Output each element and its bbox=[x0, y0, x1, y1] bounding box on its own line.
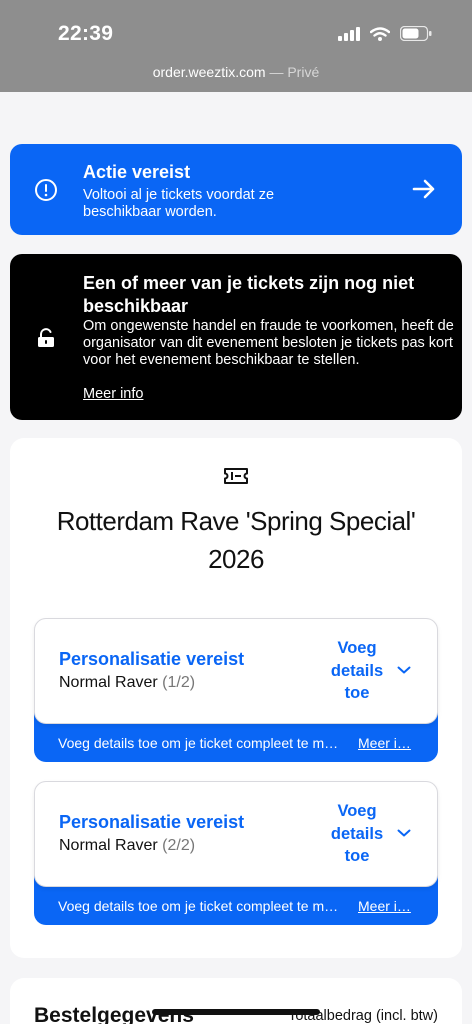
battery-icon bbox=[400, 26, 432, 41]
ticket-type-name: Normal Raver bbox=[59, 674, 158, 691]
exclamation-circle-icon bbox=[35, 179, 57, 201]
browser-top-bar: 22:39 order.weeztix.com — Privé bbox=[0, 0, 472, 92]
home-indicator[interactable] bbox=[152, 1009, 320, 1015]
add-details-button[interactable]: Voeg details toe bbox=[317, 637, 397, 705]
status-time: 22:39 bbox=[58, 22, 114, 45]
ticket-card[interactable]: Personalisatie vereist Normal Raver (2/2… bbox=[34, 781, 438, 925]
ticket-icon bbox=[224, 468, 248, 484]
ticket-type-name: Normal Raver bbox=[59, 837, 158, 854]
event-card: Rotterdam Rave 'Spring Special' 2026 Per… bbox=[10, 438, 462, 958]
event-name: Rotterdam Rave 'Spring Special' 2026 bbox=[56, 506, 416, 574]
order-details-card: Bestelgegevens Totaalbedrag (incl. btw) bbox=[10, 978, 462, 1024]
lock-icon bbox=[38, 328, 54, 347]
action-required-banner[interactable]: Actie vereist Voltooi al je tickets voor… bbox=[10, 144, 462, 235]
ticket-hint-text: Voeg details toe om je ticket compleet t… bbox=[58, 898, 339, 914]
ticket-type: Normal Raver (1/2) bbox=[59, 674, 195, 692]
page-content: Actie vereist Voltooi al je tickets voor… bbox=[0, 92, 472, 1024]
ticket-count: (1/2) bbox=[162, 674, 196, 691]
notice-description: Om ongewenste handel en fraude te voorko… bbox=[83, 318, 454, 368]
wifi-icon bbox=[370, 26, 390, 41]
chevron-down-icon[interactable] bbox=[397, 828, 411, 838]
ticket-count: (2/2) bbox=[162, 837, 196, 854]
url-bar[interactable]: order.weeztix.com — Privé bbox=[0, 64, 472, 80]
url-domain: order.weeztix.com bbox=[152, 64, 266, 80]
ticket-card-header[interactable]: Personalisatie vereist Normal Raver (1/2… bbox=[34, 618, 438, 724]
action-title: Actie vereist bbox=[83, 162, 191, 182]
ticket-hint-more-link[interactable]: Meer i… bbox=[358, 735, 414, 751]
arrow-right-icon[interactable] bbox=[412, 178, 436, 200]
personalisation-status: Personalisatie vereist bbox=[59, 649, 245, 669]
ticket-hint-text: Voeg details toe om je ticket compleet t… bbox=[58, 735, 339, 751]
ticket-card[interactable]: Personalisatie vereist Normal Raver (1/2… bbox=[34, 618, 438, 762]
cellular-signal-icon bbox=[338, 26, 360, 41]
notice-title: Een of meer van je tickets zijn nog niet… bbox=[83, 273, 415, 316]
status-icons bbox=[338, 26, 432, 41]
chevron-down-icon[interactable] bbox=[397, 665, 411, 675]
action-description: Voltooi al je tickets voordat ze beschik… bbox=[83, 187, 275, 220]
tickets-unavailable-notice: Een of meer van je tickets zijn nog niet… bbox=[10, 254, 462, 420]
ticket-hint-more-link[interactable]: Meer i… bbox=[358, 898, 414, 914]
privacy-label: — Privé bbox=[269, 64, 320, 80]
ticket-type: Normal Raver (2/2) bbox=[59, 837, 195, 855]
more-info-link[interactable]: Meer info bbox=[83, 386, 143, 402]
ticket-card-header[interactable]: Personalisatie vereist Normal Raver (2/2… bbox=[34, 781, 438, 887]
personalisation-status: Personalisatie vereist bbox=[59, 812, 245, 832]
add-details-button[interactable]: Voeg details toe bbox=[317, 800, 397, 868]
